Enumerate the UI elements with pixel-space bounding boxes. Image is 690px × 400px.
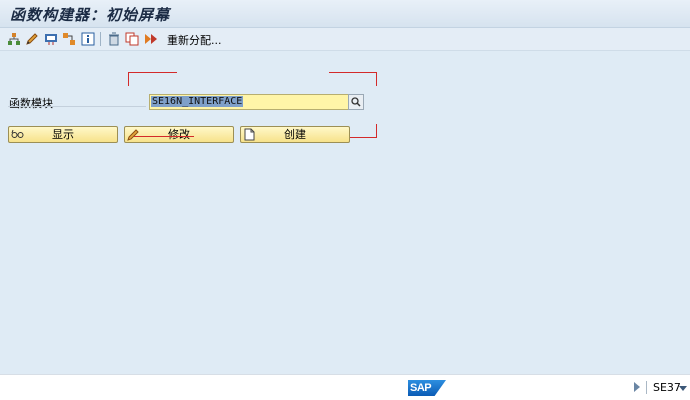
display-object-icon[interactable] [43,31,58,46]
window-title: 函数构建器：初始屏幕 [10,6,171,24]
chevron-down-icon[interactable] [679,386,687,391]
reassign-button[interactable]: 重新分配... [167,32,222,48]
search-help-button[interactable] [348,94,364,110]
display-button[interactable]: 显示 [8,126,118,143]
annotation-line [329,72,377,73]
play-icon[interactable] [634,382,640,392]
pencil-icon[interactable] [24,31,39,46]
change-button-label: 修改 [168,128,190,141]
function-module-input[interactable]: SE16N_INTERFACE [149,94,349,110]
change-button[interactable]: 修改 [124,126,234,143]
label-underline [8,106,146,107]
status-bar: SAP SE37 [0,374,690,400]
annotation-line [128,72,129,86]
display-button-label: 显示 [52,128,74,141]
glasses-icon [11,129,24,138]
status-separator [646,381,647,394]
annotation-line [376,124,377,137]
pencil-icon [127,129,139,141]
annotation-line [128,72,177,73]
rename-icon[interactable] [143,31,158,46]
annotation-line [134,136,194,137]
function-module-label: 函数模块 [9,97,53,110]
transaction-code: SE37 [653,381,681,394]
title-bar: 函数构建器：初始屏幕 [0,0,690,28]
new-document-icon [244,128,255,141]
hierarchy-icon[interactable] [6,31,21,46]
toolbar-separator [100,32,101,46]
info-icon[interactable] [80,31,95,46]
create-button-label: 创建 [284,128,306,141]
sap-logo: SAP [408,380,446,396]
trash-icon[interactable] [106,31,121,46]
application-toolbar: 重新分配... [0,28,690,51]
search-icon [351,97,361,107]
create-button[interactable]: 创建 [240,126,350,143]
where-used-icon[interactable] [61,31,76,46]
annotation-line [376,72,377,86]
function-module-value: SE16N_INTERFACE [151,96,244,107]
copy-icon[interactable] [124,31,139,46]
